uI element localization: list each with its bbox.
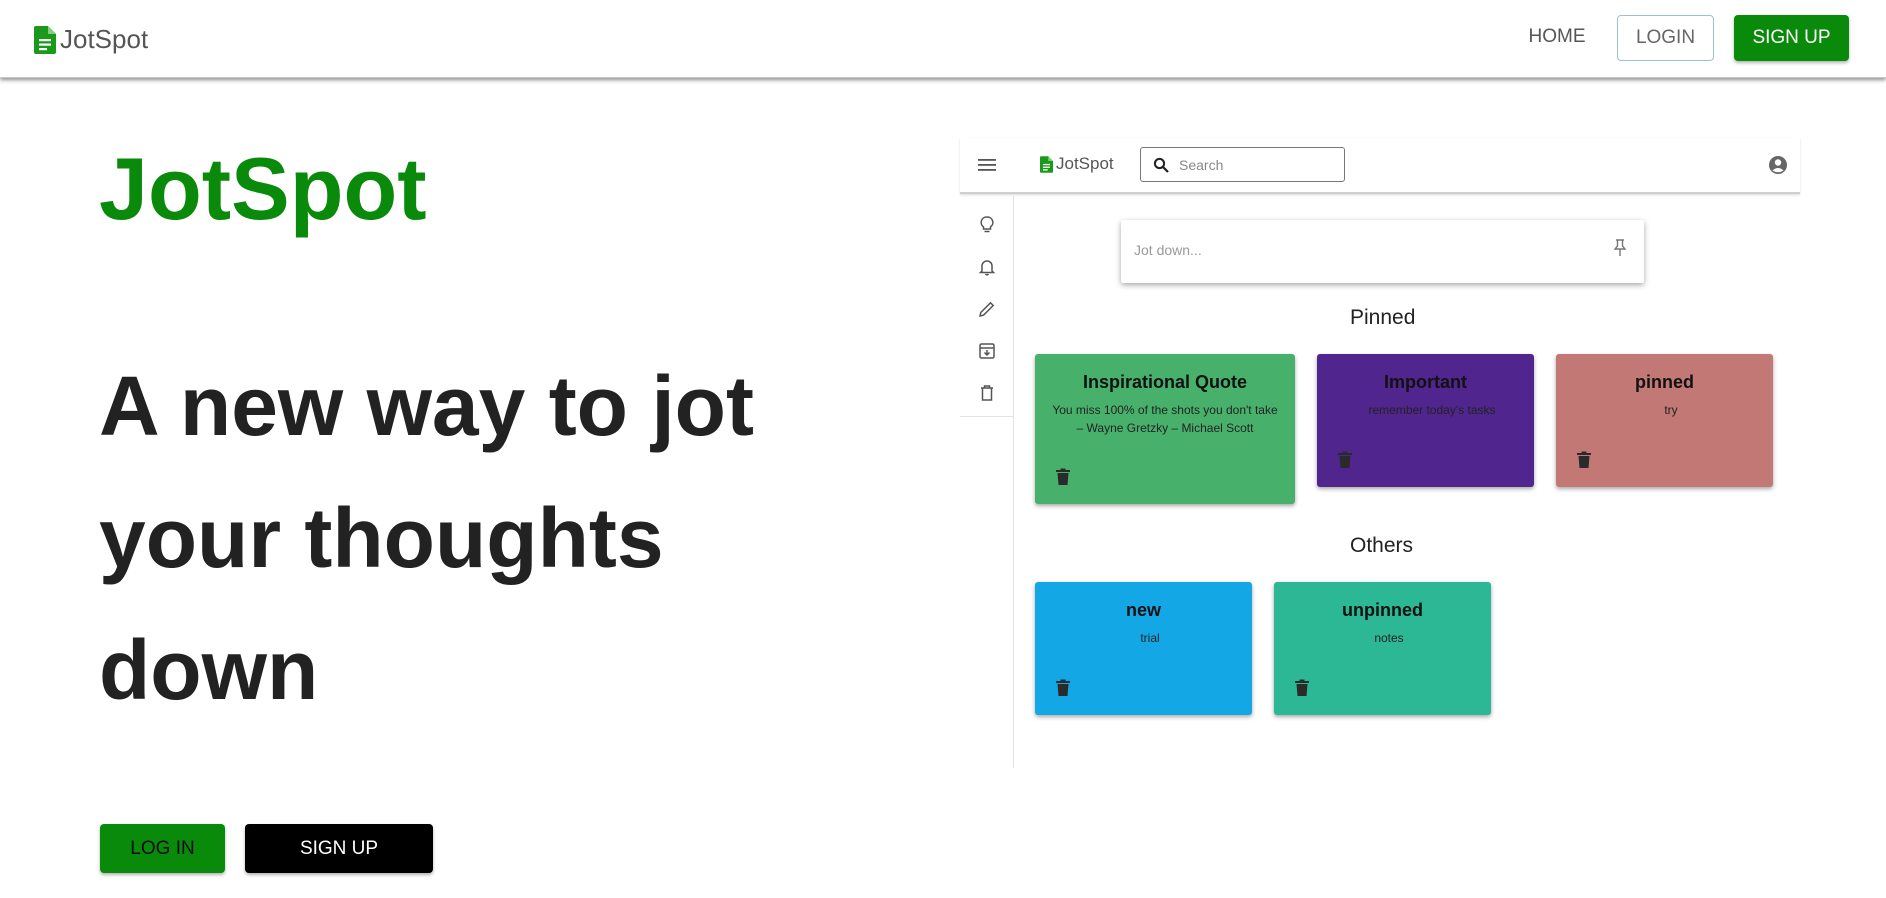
note-body: notes bbox=[1374, 631, 1404, 645]
note-title: unpinned bbox=[1342, 600, 1423, 620]
menu-icon[interactable] bbox=[976, 154, 998, 176]
delete-icon[interactable] bbox=[1055, 468, 1071, 486]
note-card[interactable]: Important remember today's tasks bbox=[1317, 354, 1534, 487]
delete-icon[interactable] bbox=[1576, 451, 1592, 469]
hero-tagline: A new way to jot your thoughts down bbox=[99, 359, 754, 717]
note-card[interactable]: Inspirational Quote You miss 100% of the… bbox=[1035, 354, 1295, 504]
note-body: trial bbox=[1140, 631, 1160, 645]
preview-brand-name: JotSpot bbox=[1056, 154, 1114, 173]
note-card[interactable]: unpinned notes bbox=[1274, 582, 1491, 715]
archive-icon[interactable] bbox=[977, 341, 997, 361]
bell-icon[interactable] bbox=[977, 257, 997, 277]
delete-icon[interactable] bbox=[1337, 451, 1353, 469]
note-body: You miss 100% of the shots you don't tak… bbox=[1052, 403, 1278, 435]
app-preview: JotSpot Search Jot down... Pinned Inspir… bbox=[960, 138, 1800, 768]
pin-icon[interactable] bbox=[1611, 238, 1629, 258]
preview-brand[interactable]: JotSpot bbox=[1040, 154, 1114, 174]
brand-logo[interactable]: JotSpot bbox=[34, 24, 148, 55]
note-body: try bbox=[1664, 403, 1678, 417]
note-body: remember today's tasks bbox=[1368, 403, 1496, 417]
search-icon bbox=[1153, 157, 1169, 173]
note-title: new bbox=[1125, 600, 1161, 620]
note-title: pinned bbox=[1635, 372, 1694, 392]
preview-search-box[interactable] bbox=[1140, 147, 1345, 182]
jot-down-box[interactable] bbox=[1121, 220, 1644, 283]
preview-header: JotSpot bbox=[960, 138, 1800, 194]
pinned-section-title: Pinned bbox=[1350, 306, 1416, 329]
note-card[interactable]: pinned try bbox=[1556, 354, 1773, 487]
nav-signup-button[interactable]: SIGN UP bbox=[1734, 15, 1849, 61]
jot-input[interactable] bbox=[1134, 242, 1574, 258]
document-icon bbox=[34, 25, 56, 54]
trash-icon[interactable] bbox=[977, 383, 997, 403]
hero-signup-button[interactable]: SIGN UP bbox=[245, 824, 433, 873]
brand-name: JotSpot bbox=[60, 24, 149, 54]
delete-icon[interactable] bbox=[1294, 679, 1310, 697]
others-section-title: Others bbox=[1350, 534, 1414, 557]
nav-login-button[interactable]: LOGIN bbox=[1617, 15, 1714, 61]
search-input[interactable] bbox=[1179, 156, 1329, 173]
note-title: Important bbox=[1384, 372, 1467, 392]
account-icon[interactable] bbox=[1768, 155, 1788, 175]
lightbulb-icon[interactable] bbox=[977, 215, 997, 235]
sidebar-nav bbox=[960, 196, 1014, 417]
hero-title: JotSpot bbox=[99, 139, 427, 238]
nav-home-link[interactable]: HOME bbox=[1520, 14, 1594, 60]
preview-sidebar bbox=[960, 196, 1014, 768]
document-icon bbox=[1040, 155, 1053, 173]
top-navbar: JotSpot HOME LOGIN SIGN UP bbox=[0, 0, 1886, 78]
delete-icon[interactable] bbox=[1055, 679, 1071, 697]
pencil-icon[interactable] bbox=[977, 299, 997, 319]
hero-login-button[interactable]: LOG IN bbox=[100, 824, 225, 873]
note-title: Inspirational Quote bbox=[1082, 372, 1247, 392]
note-card[interactable]: new trial bbox=[1035, 582, 1252, 715]
